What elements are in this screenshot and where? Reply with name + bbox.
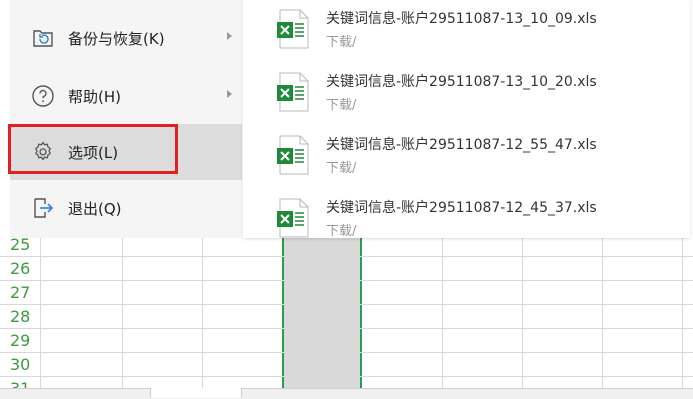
grid-line xyxy=(602,238,603,398)
grid-line xyxy=(0,352,693,353)
menu-item-label: 退出(Q) xyxy=(68,199,122,218)
recent-files-panel: 关键词信息-账户29511087-13_10_09.xls 下载/ 关键词信息-… xyxy=(243,0,690,239)
highlight-annotation xyxy=(8,124,178,174)
grid-line xyxy=(0,328,693,329)
recent-file-item[interactable]: 关键词信息-账户29511087-12_55_47.xls 下载/ xyxy=(243,129,690,189)
file-path: 下载/ xyxy=(326,161,357,176)
file-name: 关键词信息-账户29511087-13_10_20.xls xyxy=(326,74,597,90)
row-number[interactable]: 26 xyxy=(0,257,40,281)
grid-line xyxy=(0,256,693,257)
exit-icon xyxy=(30,195,56,221)
backup-icon xyxy=(30,25,56,51)
excel-file-icon xyxy=(276,72,310,112)
help-icon xyxy=(30,83,56,109)
selected-column[interactable] xyxy=(282,238,362,390)
file-menu: 备份与恢复(K) 帮助(H) 选项(L) 退出(Q) xyxy=(10,0,242,238)
sheet-tab-bar[interactable] xyxy=(0,388,693,399)
row-number[interactable]: 30 xyxy=(0,353,40,377)
menu-item-backup[interactable]: 备份与恢复(K) xyxy=(10,10,242,66)
excel-file-icon xyxy=(276,135,310,175)
row-number[interactable]: 31 xyxy=(0,377,40,388)
grid-line xyxy=(522,238,523,398)
recent-file-item[interactable]: 关键词信息-账户29511087-12_45_37.xls 下载/ xyxy=(243,192,690,252)
chevron-right-icon xyxy=(227,90,232,98)
grid-line xyxy=(40,238,41,398)
grid-line xyxy=(0,280,693,281)
grid-line xyxy=(202,238,203,398)
row-number[interactable]: 29 xyxy=(0,329,40,353)
file-name: 关键词信息-账户29511087-12_45_37.xls xyxy=(326,200,597,216)
grid-line xyxy=(0,304,693,305)
grid-line xyxy=(122,238,123,398)
file-name: 关键词信息-账户29511087-13_10_09.xls xyxy=(326,11,597,27)
menu-item-exit[interactable]: 退出(Q) xyxy=(10,180,242,236)
excel-file-icon xyxy=(276,198,310,238)
grid-line xyxy=(682,238,683,398)
menu-item-label: 备份与恢复(K) xyxy=(68,29,165,48)
row-number[interactable]: 27 xyxy=(0,281,40,305)
file-path: 下载/ xyxy=(326,224,357,239)
recent-file-item[interactable]: 关键词信息-账户29511087-13_10_20.xls 下载/ xyxy=(243,66,690,126)
recent-file-item[interactable]: 关键词信息-账户29511087-13_10_09.xls 下载/ xyxy=(243,3,690,63)
sheet-tab[interactable] xyxy=(150,388,242,398)
excel-file-icon xyxy=(276,9,310,49)
grid-line xyxy=(442,238,443,398)
menu-item-label: 帮助(H) xyxy=(68,87,121,106)
file-path: 下载/ xyxy=(326,98,357,113)
chevron-right-icon xyxy=(227,32,232,40)
file-name: 关键词信息-账户29511087-12_55_47.xls xyxy=(326,137,597,153)
row-number[interactable]: 28 xyxy=(0,305,40,329)
file-path: 下载/ xyxy=(326,35,357,50)
menu-item-help[interactable]: 帮助(H) xyxy=(10,68,242,124)
grid-line xyxy=(0,376,693,377)
